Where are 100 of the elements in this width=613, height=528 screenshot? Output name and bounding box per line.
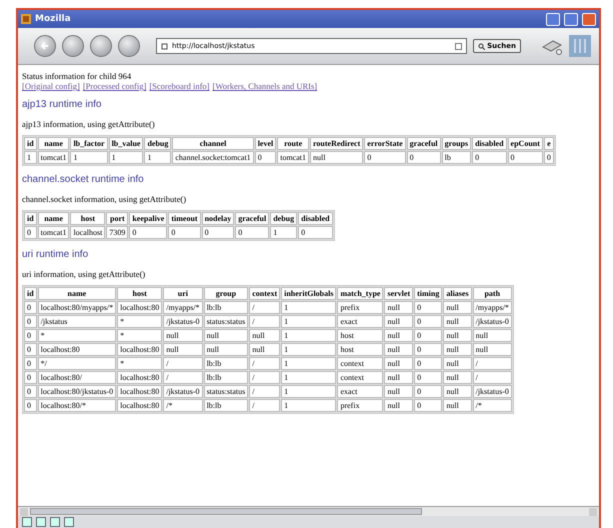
table-cell: localhost:80/* — [38, 399, 116, 412]
column-header: disabled — [472, 137, 507, 150]
table-cell: 0 — [414, 357, 442, 370]
column-header: routeRedirect — [310, 137, 364, 150]
table-cell: localhost:80/ — [38, 371, 116, 384]
table-cell: context — [337, 371, 384, 384]
back-button[interactable] — [34, 35, 56, 57]
nav-link[interactable]: [Original config] — [22, 81, 80, 91]
column-header: group — [204, 287, 248, 300]
table-cell: * — [117, 357, 162, 370]
column-header: disabled — [298, 212, 333, 225]
table-cell: 7309 — [106, 226, 128, 239]
column-header: groups — [442, 137, 472, 150]
nav-link[interactable]: [Workers, Channels and URIs] — [212, 81, 318, 91]
nav-link[interactable]: [Processed config] — [82, 81, 146, 91]
column-header: port — [106, 212, 128, 225]
table-cell: 1 — [144, 151, 172, 164]
table-cell: 0 — [24, 343, 37, 356]
table-cell: localhost:80 — [117, 385, 162, 398]
table-cell: 0 — [414, 343, 442, 356]
column-header: context — [249, 287, 280, 300]
nav-link[interactable]: [Scoreboard info] — [149, 81, 210, 91]
table-cell: localhost:80/jkstatus-0 — [38, 385, 116, 398]
column-header: lb_factor — [70, 137, 108, 150]
table-cell: 1 — [281, 329, 336, 342]
table-cell: localhost:80 — [117, 301, 162, 314]
table-cell: host — [337, 343, 384, 356]
table-cell: /* — [472, 399, 512, 412]
status-heading: Status information for child 964 — [22, 71, 132, 81]
table-cell: /jkstatus — [38, 315, 116, 328]
table-cell: * — [38, 329, 116, 342]
table-cell: 0 — [202, 226, 234, 239]
table-cell: 1 — [70, 151, 108, 164]
column-header: id — [24, 137, 37, 150]
table-cell: null — [443, 385, 472, 398]
column-header: errorState — [364, 137, 406, 150]
table-cell: localhost:80 — [117, 371, 162, 384]
table-cell: 0 — [129, 226, 168, 239]
table-cell: status:status — [204, 315, 248, 328]
column-header: id — [24, 287, 37, 300]
table-cell: 1 — [281, 343, 336, 356]
column-header: graceful — [406, 137, 441, 150]
column-header: uri — [163, 287, 203, 300]
section-description: channel.socket information, using getAttribute() — [22, 194, 188, 204]
table-cell: 1 — [270, 226, 298, 239]
table-cell: / — [249, 315, 280, 328]
table-cell: null — [163, 343, 203, 356]
column-header: nodelay — [202, 212, 234, 225]
table-cell: 0 — [24, 226, 37, 239]
table-cell: 0 — [24, 315, 37, 328]
horizontal-scrollbar[interactable] — [18, 506, 599, 516]
table-cell: status:status — [204, 385, 248, 398]
column-header: id — [24, 212, 37, 225]
table-cell: localhost:80 — [117, 399, 162, 412]
minimize-button[interactable] — [546, 12, 560, 26]
forward-button[interactable] — [62, 35, 84, 57]
table-cell: /jkstatus-0 — [163, 315, 203, 328]
table-cell: /* — [163, 399, 203, 412]
table-cell: /jkstatus-0 — [163, 385, 203, 398]
close-button[interactable] — [582, 12, 596, 26]
table-cell: 0 — [414, 371, 442, 384]
table-cell: 0 — [544, 151, 554, 164]
throbber-icon — [569, 35, 591, 57]
table-cell: null — [443, 301, 472, 314]
dropdown-icon[interactable] — [455, 42, 462, 50]
table-cell: 0 — [24, 329, 37, 342]
table-cell: channel.socket:tomcat1 — [172, 151, 254, 164]
table-cell: null — [443, 357, 472, 370]
column-header: channel — [172, 137, 254, 150]
table-cell: / — [249, 301, 280, 314]
table-cell: 0 — [364, 151, 406, 164]
table-cell: /myapps/* — [163, 301, 203, 314]
table-cell: prefix — [337, 399, 384, 412]
table-cell: null — [443, 329, 472, 342]
table-cell: lb — [442, 151, 472, 164]
table-cell: localhost:80 — [38, 343, 116, 356]
table-cell: localhost:80/myapps/* — [38, 301, 116, 314]
table-cell: localhost — [70, 226, 106, 239]
column-header: aliases — [443, 287, 472, 300]
table-cell: / — [249, 385, 280, 398]
column-header: name — [38, 137, 70, 150]
column-header: debug — [144, 137, 172, 150]
column-header: name — [38, 287, 116, 300]
table-cell: 0 — [508, 151, 543, 164]
table-cell: /jkstatus-0 — [472, 315, 512, 328]
table-cell: 0 — [414, 399, 442, 412]
column-header: timing — [414, 287, 442, 300]
column-header: path — [472, 287, 512, 300]
table-cell: 0 — [24, 385, 37, 398]
table-cell: */ — [38, 357, 116, 370]
reload-button[interactable] — [90, 35, 112, 57]
table-cell: 0 — [235, 226, 270, 239]
column-header: timeout — [168, 212, 201, 225]
table-cell: null — [204, 329, 248, 342]
maximize-button[interactable] — [564, 12, 578, 26]
table-cell: 1 — [281, 357, 336, 370]
table-cell: 0 — [414, 315, 442, 328]
table-cell: / — [163, 357, 203, 370]
column-header: level — [254, 137, 276, 150]
stop-button[interactable] — [118, 35, 140, 57]
